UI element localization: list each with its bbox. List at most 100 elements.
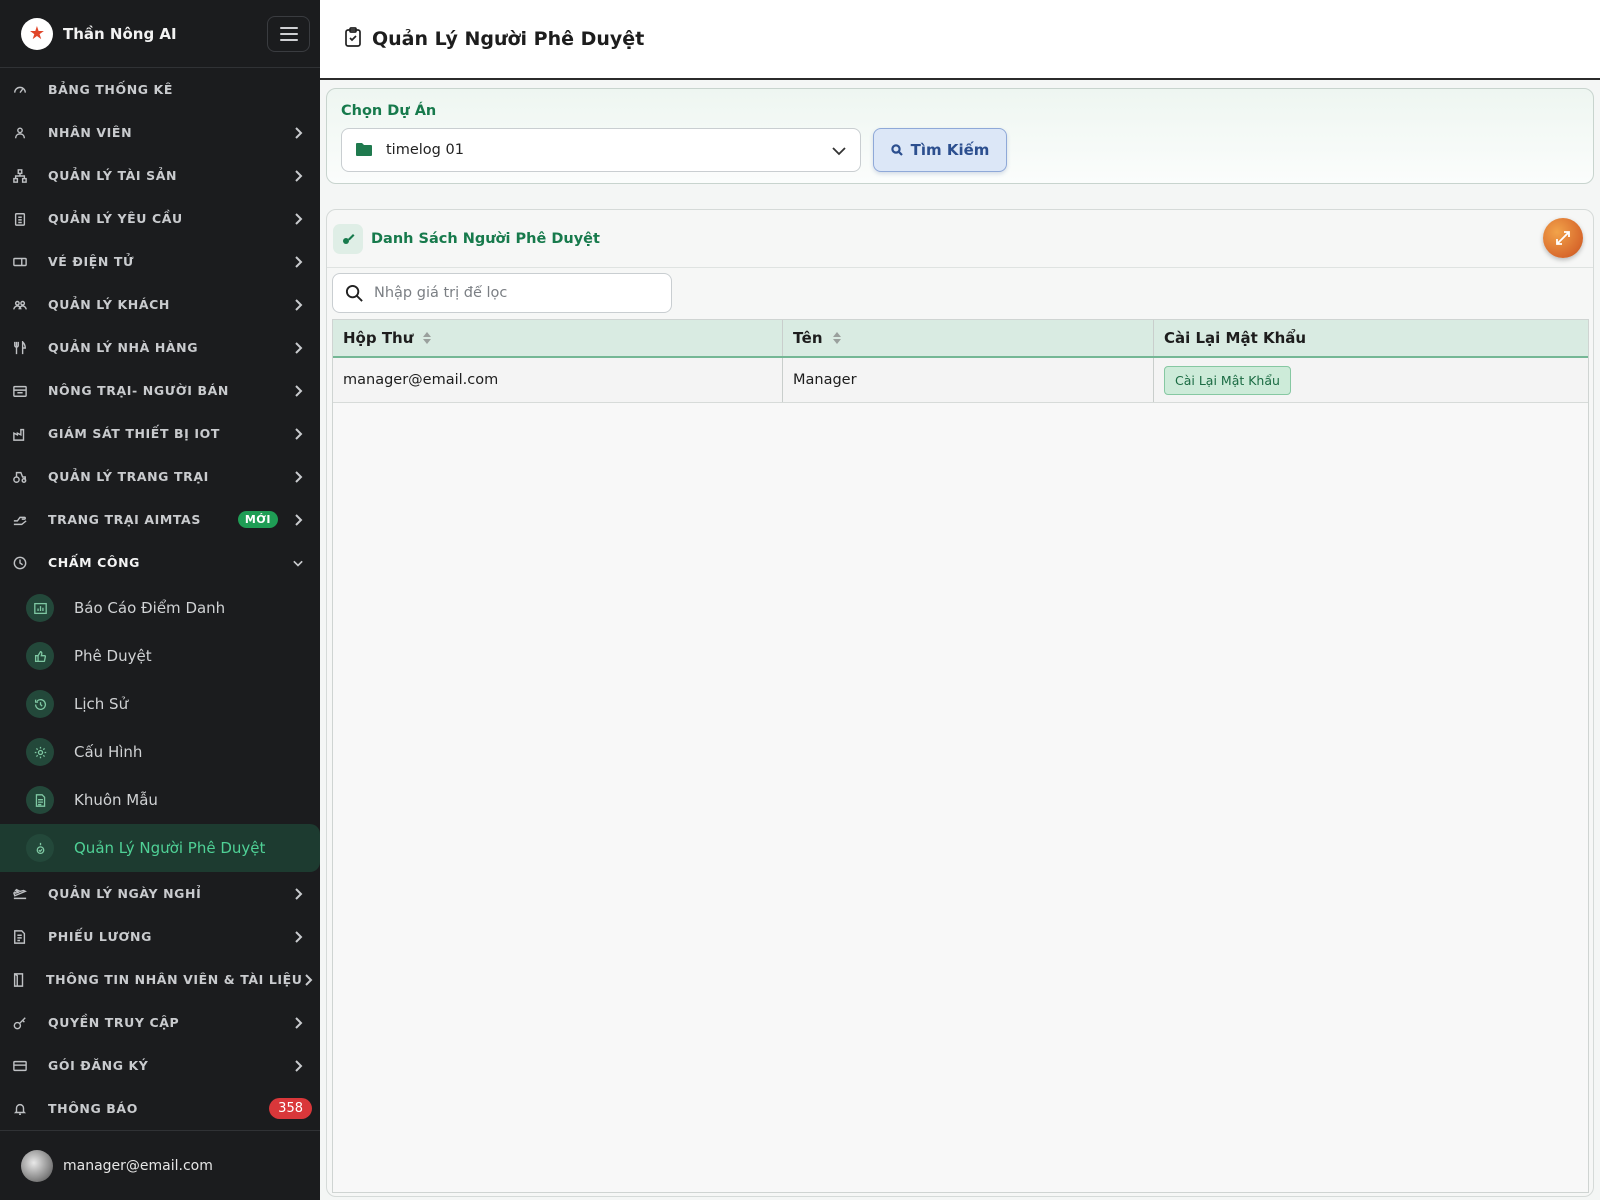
sidebar-item-label: QUẢN LÝ KHÁCH: [48, 297, 170, 312]
project-select[interactable]: timelog 01: [341, 128, 861, 172]
chevron-right-icon: [303, 973, 313, 986]
sort-icon[interactable]: [832, 332, 841, 344]
sidebar-item-quan-ly-ngay-nghi[interactable]: QUẢN LÝ NGÀY NGHỈ: [0, 872, 320, 915]
sidebar-subitem-khuon-mau[interactable]: Khuôn Mẫu: [0, 776, 320, 824]
sidebar-item-thong-tin-nhan-vien-tai-lieu[interactable]: THÔNG TIN NHÂN VIÊN & TÀI LIỆU: [0, 958, 320, 1001]
list-header: Danh Sách Người Phê Duyệt: [327, 210, 1593, 268]
avatar: [21, 1149, 53, 1182]
search-icon: [345, 284, 363, 302]
sidebar-item-phieu-luong[interactable]: PHIẾU LƯƠNG: [0, 915, 320, 958]
sidebar-item-label: QUẢN LÝ YÊU CẦU: [48, 211, 183, 226]
hand-icon: [12, 512, 28, 528]
sidebar-subitem-label: Phê Duyệt: [74, 647, 152, 665]
thumbs-up-icon: [26, 642, 54, 670]
sidebar-subitem-label: Báo Cáo Điểm Danh: [74, 599, 226, 617]
book-icon: [12, 972, 26, 988]
cell-email: manager@email.com: [333, 358, 783, 402]
user-email: manager@email.com: [63, 1157, 213, 1174]
page-header: Quản Lý Người Phê Duyệt: [320, 0, 1600, 80]
sidebar: ★ Thần Nông AI BẢNG THỐNG KÊ NHÂN VIÊN QUẢ…: [0, 0, 320, 1200]
column-header-email[interactable]: Hộp Thư: [333, 320, 783, 356]
column-header-label: Tên: [793, 329, 823, 347]
sidebar-subitem-quan-ly-nguoi-phe-duyet[interactable]: Quản Lý Người Phê Duyệt: [0, 824, 320, 872]
sidebar-item-label: NÔNG TRẠI- NGƯỜI BÁN: [48, 383, 229, 398]
filter-input[interactable]: [374, 285, 664, 301]
sidebar-brand: ★ Thần Nông AI: [0, 0, 320, 68]
project-select-card: Chọn Dự Án timelog 01 Tìm Kiếm: [326, 88, 1594, 184]
notification-count-badge: 358: [269, 1098, 312, 1119]
sidebar-subitem-cau-hinh[interactable]: Cấu Hình: [0, 728, 320, 776]
guests-icon: [12, 297, 28, 313]
people-icon: [12, 125, 28, 141]
chevron-right-icon: [292, 930, 304, 943]
bell-icon: [12, 1101, 28, 1117]
utensils-icon: [12, 340, 28, 356]
sidebar-item-label: NHÂN VIÊN: [48, 125, 133, 140]
chevron-right-icon: [292, 470, 304, 483]
sidebar-item-nhan-vien[interactable]: NHÂN VIÊN: [0, 111, 320, 154]
sidebar-item-label: QUẢN LÝ TÀI SẢN: [48, 168, 178, 183]
plane-icon: [12, 886, 28, 902]
payslip-icon: [12, 929, 28, 945]
sidebar-item-label: GIÁM SÁT THIẾT BỊ IOT: [48, 426, 220, 441]
user-edit-icon: [333, 223, 363, 254]
chevron-right-icon: [292, 1059, 304, 1072]
hierarchy-icon: [12, 168, 28, 184]
sidebar-item-label: CHẤM CÔNG: [48, 555, 141, 570]
sidebar-item-quyen-truy-cap[interactable]: QUYỀN TRUY CẬP: [0, 1001, 320, 1044]
app-name: Thần Nông AI: [63, 24, 177, 43]
list-title: Danh Sách Người Phê Duyệt: [371, 230, 600, 247]
search-icon: [890, 144, 903, 156]
column-header-name[interactable]: Tên: [783, 320, 1154, 356]
store-icon: [12, 383, 28, 399]
sidebar-item-bang-thong-ke[interactable]: BẢNG THỐNG KÊ: [0, 68, 320, 111]
sidebar-item-quan-ly-yeu-cau[interactable]: QUẢN LÝ YÊU CẦU: [0, 197, 320, 240]
sidebar-item-label: QUYỀN TRUY CẬP: [48, 1015, 180, 1030]
sidebar-item-label: THÔNG TIN NHÂN VIÊN & TÀI LIỆU: [46, 972, 303, 987]
table-row: manager@email.com Manager Cài Lại Mật Kh…: [333, 358, 1588, 403]
sidebar-item-label: PHIẾU LƯƠNG: [48, 929, 152, 944]
sidebar-item-quan-ly-tai-san[interactable]: QUẢN LÝ TÀI SẢN: [0, 154, 320, 197]
chevron-down-icon: [832, 141, 846, 160]
table-header: Hộp Thư Tên Cài Lại Mật Khẩu: [333, 320, 1588, 358]
sort-icon[interactable]: [423, 332, 432, 344]
chevron-right-icon: [292, 169, 304, 182]
tractor-icon: [12, 469, 28, 485]
sidebar-item-quan-ly-nha-hang[interactable]: QUẢN LÝ NHÀ HÀNG: [0, 326, 320, 369]
expand-button[interactable]: [1543, 218, 1583, 258]
sidebar-subitem-bao-cao-diem-danh[interactable]: Báo Cáo Điểm Danh: [0, 584, 320, 632]
clock-icon: [12, 555, 28, 571]
menu-toggle-button[interactable]: [267, 15, 310, 52]
sidebar-subitem-label: Khuôn Mẫu: [74, 791, 158, 809]
card-icon: [12, 1058, 28, 1074]
sidebar-item-thong-bao[interactable]: THÔNG BÁO 358: [0, 1087, 320, 1130]
column-header-reset-password: Cài Lại Mật Khẩu: [1154, 320, 1588, 356]
user-profile[interactable]: manager@email.com: [0, 1130, 320, 1200]
document-icon: [26, 786, 54, 814]
new-badge: MỚI: [237, 511, 278, 528]
sidebar-item-giam-sat-thiet-bi-iot[interactable]: GIÁM SÁT THIẾT BỊ IOT: [0, 412, 320, 455]
sidebar-item-label: GÓI ĐĂNG KÝ: [48, 1058, 149, 1073]
sidebar-item-cham-cong[interactable]: CHẤM CÔNG: [0, 541, 320, 584]
sidebar-item-trang-trai-aimtas[interactable]: TRANG TRẠI AIMTAS MỚI: [0, 498, 320, 541]
sidebar-subitem-label: Quản Lý Người Phê Duyệt: [74, 839, 266, 857]
sidebar-item-quan-ly-khach[interactable]: QUẢN LÝ KHÁCH: [0, 283, 320, 326]
ticket-icon: [12, 254, 28, 270]
sidebar-item-nong-trai-nguoi-ban[interactable]: NÔNG TRẠI- NGƯỜI BÁN: [0, 369, 320, 412]
user-check-icon: [26, 834, 54, 862]
sidebar-nav: BẢNG THỐNG KÊ NHÂN VIÊN QUẢN LÝ TÀI SẢN QUẢ…: [0, 68, 320, 1130]
sidebar-item-ve-dien-tu[interactable]: VÉ ĐIỆN TỬ: [0, 240, 320, 283]
sidebar-subitem-lich-su[interactable]: Lịch Sử: [0, 680, 320, 728]
sidebar-item-label: TRANG TRẠI AIMTAS: [48, 512, 201, 527]
filter-field[interactable]: [332, 273, 672, 313]
sidebar-item-label: QUẢN LÝ NGÀY NGHỈ: [48, 886, 202, 901]
sidebar-item-goi-dang-ky[interactable]: GÓI ĐĂNG KÝ: [0, 1044, 320, 1087]
approver-list-card: Danh Sách Người Phê Duyệt Hộp Thư Tên Cà…: [326, 209, 1594, 1197]
key-icon: [12, 1015, 28, 1031]
reset-password-button[interactable]: Cài Lại Mật Khẩu: [1164, 365, 1291, 395]
sidebar-item-quan-ly-trang-trai[interactable]: QUẢN LÝ TRANG TRẠI: [0, 455, 320, 498]
clipboard-check-icon: [344, 27, 362, 51]
search-button[interactable]: Tìm Kiếm: [873, 128, 1007, 172]
cell-name: Manager: [783, 358, 1154, 402]
sidebar-subitem-phe-duyet[interactable]: Phê Duyệt: [0, 632, 320, 680]
